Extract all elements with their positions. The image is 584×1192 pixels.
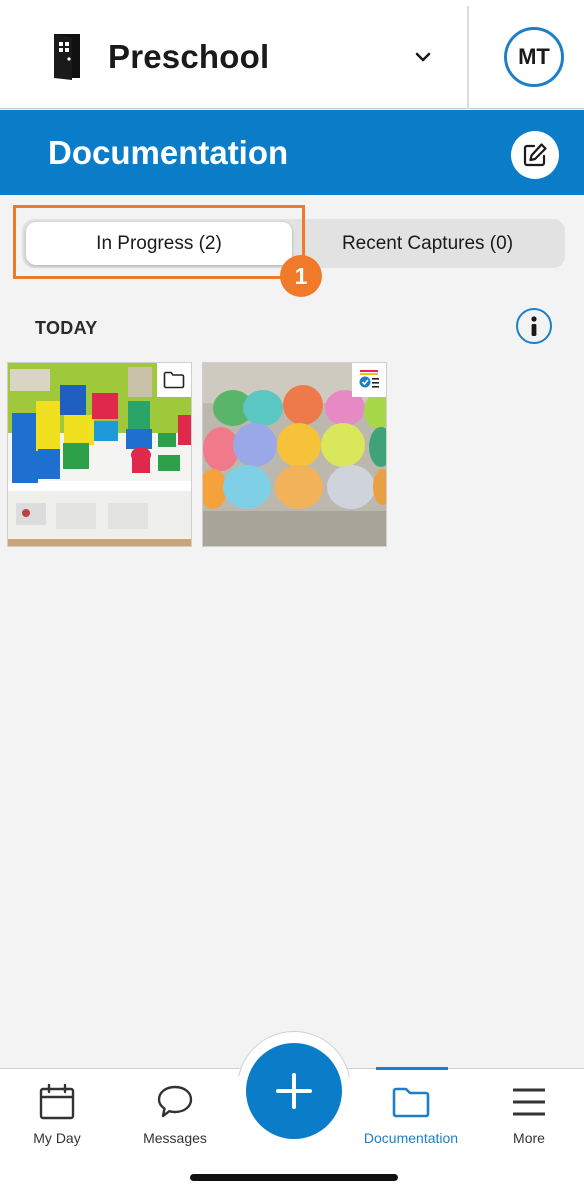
info-icon: [531, 316, 537, 336]
site-name[interactable]: Preschool: [108, 38, 269, 76]
nav-item-documentation[interactable]: Documentation: [355, 1069, 467, 1159]
home-indicator: [190, 1174, 398, 1181]
folder-icon: [392, 1087, 430, 1118]
plus-icon: [276, 1073, 312, 1109]
edit-button[interactable]: [511, 131, 559, 179]
documentation-item[interactable]: [202, 362, 387, 547]
header-divider: [467, 6, 469, 109]
calendar-icon: [39, 1083, 75, 1120]
page-title: Documentation: [48, 134, 289, 171]
checklist-icon: [359, 370, 379, 388]
page-title-bar: Documentation: [0, 110, 584, 195]
nav-label: More: [513, 1130, 545, 1146]
documentation-item[interactable]: [7, 362, 192, 547]
nav-label: My Day: [33, 1130, 81, 1146]
folder-icon-badge: [157, 363, 191, 397]
hamburger-menu-icon: [513, 1088, 545, 1116]
tab-recent-captures[interactable]: Recent Captures (0): [294, 222, 561, 265]
edit-icon: [523, 143, 547, 167]
callout-highlight-box: [13, 205, 305, 279]
nav-item-more[interactable]: More: [473, 1069, 584, 1159]
nav-label: Messages: [143, 1130, 207, 1146]
door-icon: [54, 34, 80, 80]
nav-item-messages[interactable]: Messages: [119, 1069, 231, 1159]
add-button[interactable]: [246, 1043, 342, 1139]
chat-bubble-icon: [157, 1085, 193, 1118]
callout-step-badge: 1: [280, 255, 322, 297]
folder-icon: [163, 371, 185, 389]
chevron-down-icon[interactable]: [412, 46, 434, 68]
section-title-today: TODAY: [35, 318, 98, 338]
nav-item-my-day[interactable]: My Day: [1, 1069, 113, 1159]
avatar[interactable]: MT: [504, 27, 564, 87]
checklist-icon-badge: [352, 363, 386, 397]
app-header: Preschool MT: [0, 0, 584, 109]
nav-label: Documentation: [363, 1130, 459, 1146]
info-button[interactable]: [516, 308, 552, 344]
